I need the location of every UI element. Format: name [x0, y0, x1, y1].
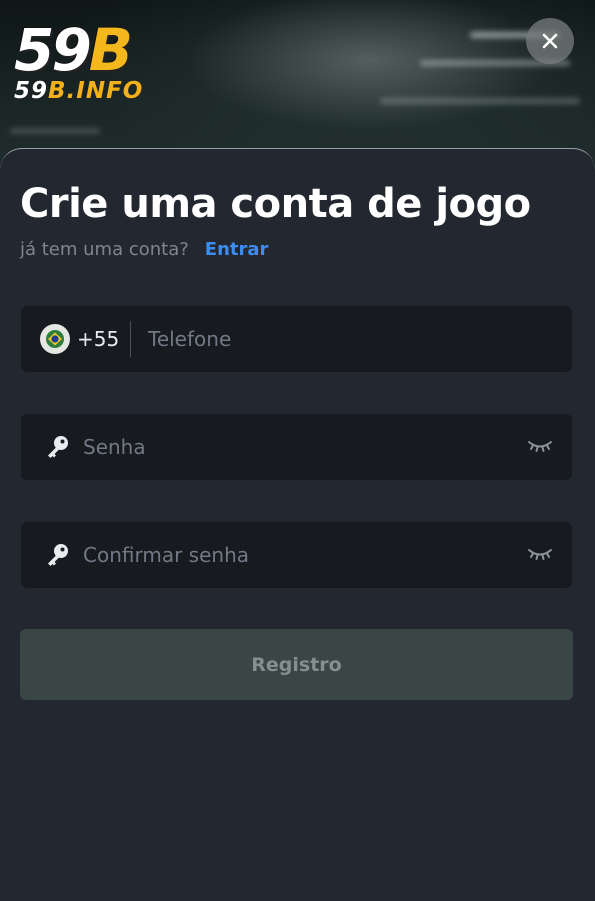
close-icon: [542, 33, 558, 49]
country-code[interactable]: +55: [77, 327, 119, 351]
confirm-password-field[interactable]: Confirmar senha: [21, 522, 572, 588]
eye-closed-icon[interactable]: [527, 547, 553, 561]
have-account-text: já tem uma conta?: [20, 239, 189, 260]
register-panel: Crie uma conta de jogo já tem uma conta?…: [0, 148, 595, 901]
password-field[interactable]: Senha: [21, 414, 572, 480]
password-input[interactable]: Senha: [83, 435, 146, 459]
page-title: Crie uma conta de jogo: [20, 181, 531, 227]
login-prompt: já tem uma conta? Entrar: [20, 239, 268, 260]
eye-closed-icon[interactable]: [527, 439, 553, 453]
key-icon: [48, 544, 68, 566]
register-button[interactable]: Registro: [20, 629, 573, 700]
field-divider: [130, 321, 131, 357]
site-logo: 59B 59B.INFO: [14, 16, 144, 104]
key-icon: [48, 436, 68, 458]
confirm-password-input[interactable]: Confirmar senha: [83, 543, 249, 567]
phone-field[interactable]: +55 Telefone: [21, 306, 572, 372]
background-light-streak: [380, 98, 580, 104]
close-button[interactable]: [526, 18, 574, 64]
login-link[interactable]: Entrar: [205, 239, 269, 260]
brazil-flag-icon[interactable]: [40, 324, 70, 354]
background-light-streak: [10, 128, 100, 134]
phone-input[interactable]: Telefone: [148, 327, 231, 351]
